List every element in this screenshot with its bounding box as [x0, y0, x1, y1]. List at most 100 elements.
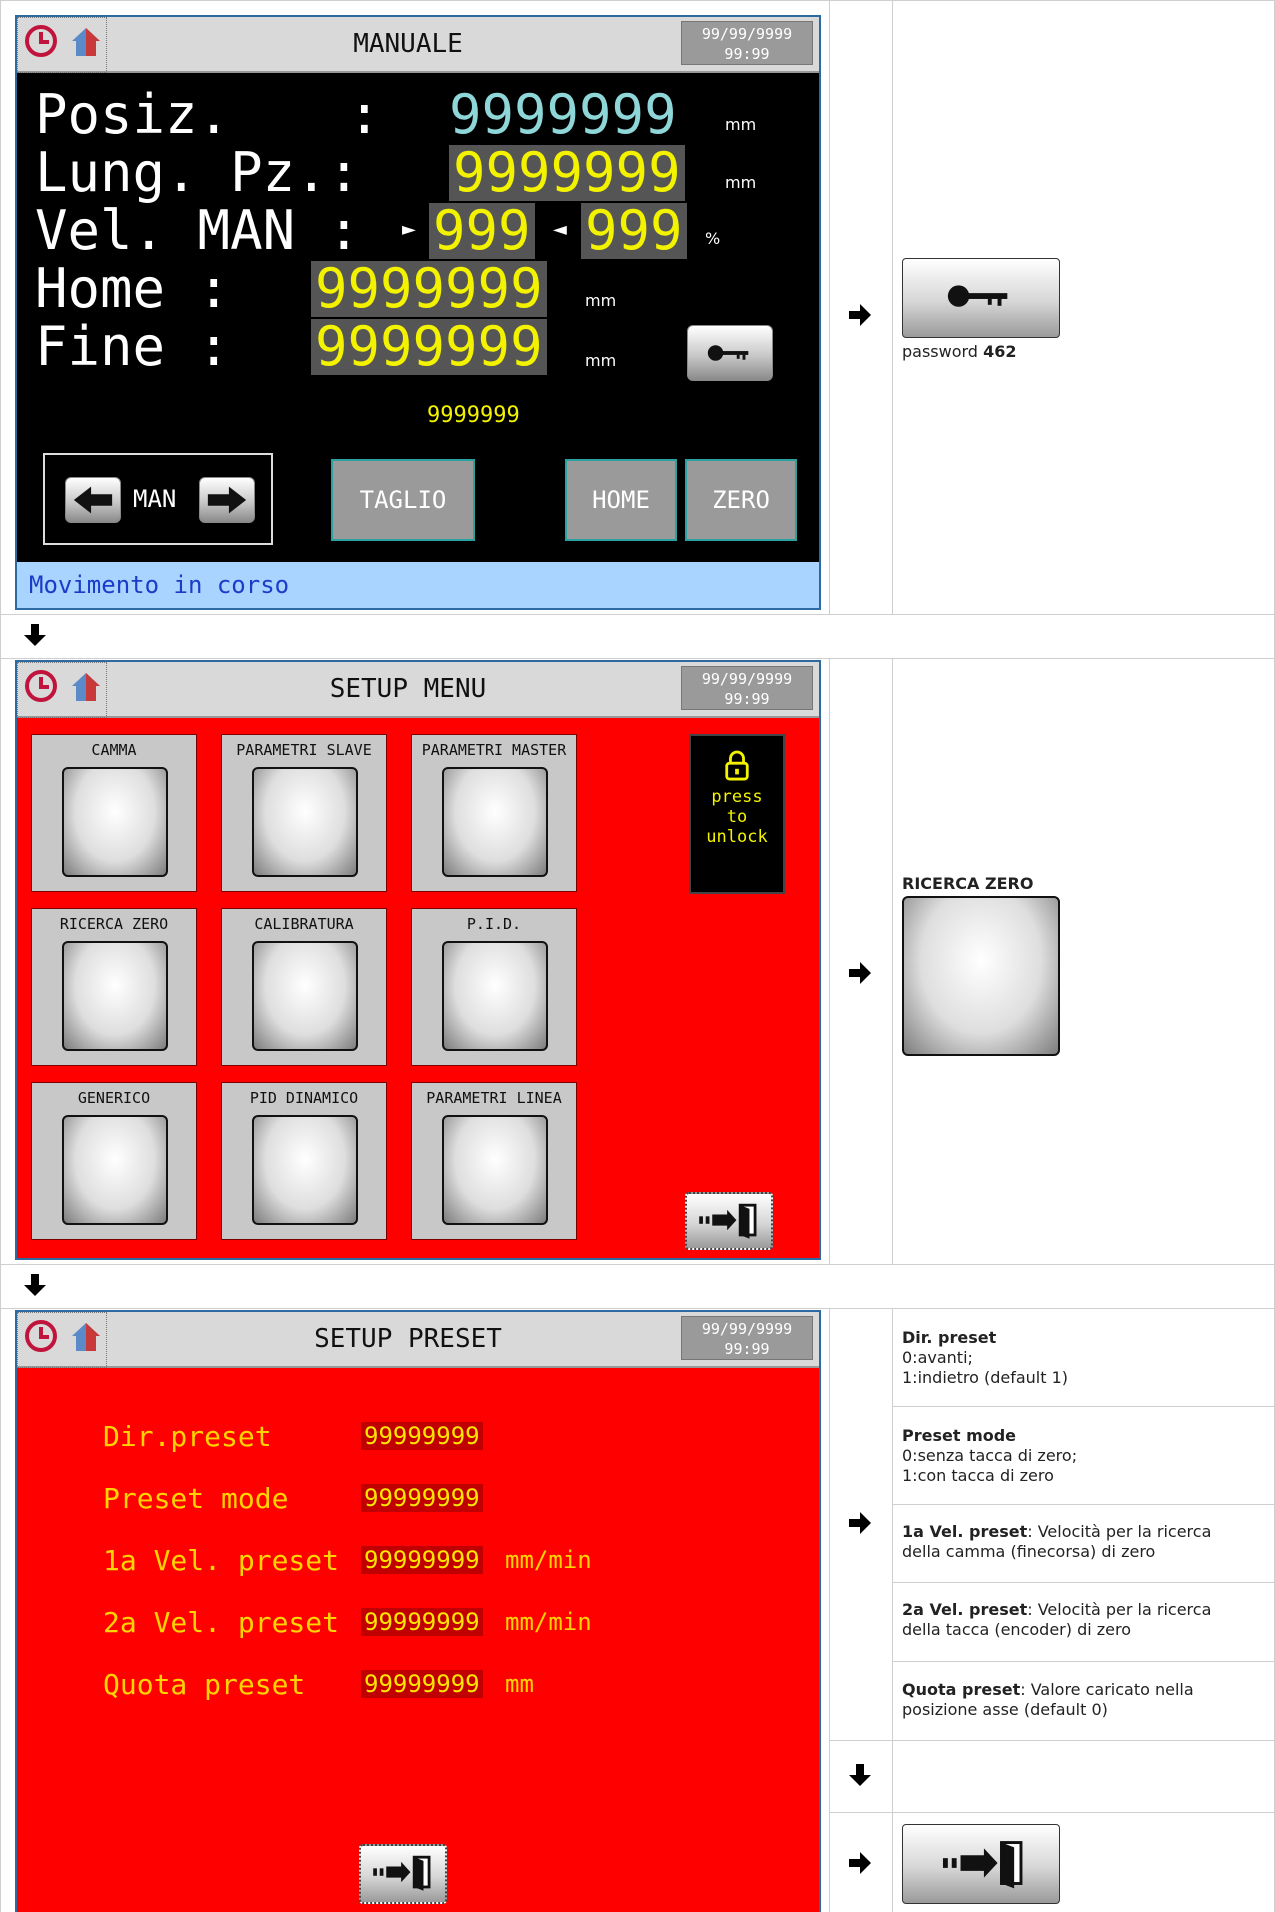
unlock-button[interactable]: press to unlock	[689, 734, 785, 894]
desc-dir-preset: Dir. preset 0:avanti; 1:indietro (defaul…	[902, 1328, 1068, 1388]
fine-value[interactable]: 9999999	[311, 319, 547, 375]
menu-tile-pid-dinamico[interactable]: PID DINAMICO	[221, 1082, 387, 1240]
preset-mode-value[interactable]: 99999999	[361, 1484, 483, 1512]
quota-preset-value[interactable]: 99999999	[361, 1670, 483, 1698]
tile-button[interactable]	[252, 1115, 358, 1225]
desc-line: 0:senza tacca di zero;	[902, 1446, 1078, 1465]
datetime-display: 99/99/9999 99:99	[681, 666, 813, 710]
exit-door-icon	[699, 1203, 757, 1239]
date: 99/99/9999	[701, 670, 793, 688]
desc-vel2-preset: 2a Vel. preset: Velocità per la ricerca …	[902, 1600, 1211, 1640]
home-icon[interactable]	[69, 25, 103, 59]
jog-right-button[interactable]	[199, 477, 255, 523]
small-counter: 9999999	[427, 403, 520, 428]
tile-label: CALIBRATURA	[254, 915, 354, 933]
exit-button[interactable]	[685, 1192, 773, 1250]
tile-button[interactable]	[62, 941, 168, 1051]
status-bar: Movimento in corso	[17, 562, 819, 608]
screen-title: SETUP MENU	[329, 674, 487, 704]
menu-tile-parametri-linea[interactable]: PARAMETRI LINEA	[411, 1082, 577, 1240]
time: 99:99	[724, 1340, 770, 1358]
lock-text-3: unlock	[706, 827, 768, 847]
exit-door-icon	[373, 1855, 431, 1891]
table-border	[892, 1661, 1275, 1662]
desc-text2: della tacca (encoder) di zero	[902, 1620, 1132, 1639]
taglio-button[interactable]: TAGLIO	[331, 459, 475, 541]
clock-icon[interactable]	[25, 1320, 57, 1352]
menu-tile-generico[interactable]: GENERICO	[31, 1082, 197, 1240]
home-value[interactable]: 9999999	[311, 261, 547, 317]
exit-button[interactable]	[359, 1844, 447, 1904]
vel1-preset-value[interactable]: 99999999	[361, 1546, 483, 1574]
tile-button[interactable]	[442, 1115, 548, 1225]
quota-preset-unit: mm	[505, 1670, 534, 1698]
arrow-right-icon	[849, 1852, 871, 1874]
desc-title: 1a Vel. preset	[902, 1522, 1028, 1541]
tile-label: PARAMETRI MASTER	[421, 741, 567, 759]
arrow-down-icon	[849, 1764, 871, 1786]
titlebar: SETUP PRESET 99/99/9999 99:99	[17, 1312, 819, 1368]
jog-left-button[interactable]	[65, 477, 121, 523]
key-icon	[947, 285, 1008, 307]
arrow-down-icon	[24, 1274, 46, 1296]
table-border	[0, 614, 1275, 615]
table-border	[0, 0, 1, 1912]
dir-preset-label: Dir.preset	[103, 1420, 272, 1453]
tile-button[interactable]	[252, 767, 358, 877]
dir-preset-value[interactable]: 99999999	[361, 1422, 483, 1450]
menu-tile-pid[interactable]: P.I.D.	[411, 908, 577, 1066]
menu-tile-ricerca-zero[interactable]: RICERCA ZERO	[31, 908, 197, 1066]
clock-icon[interactable]	[25, 25, 57, 57]
zero-button[interactable]: ZERO	[685, 459, 797, 541]
home-icon[interactable]	[69, 1320, 103, 1354]
clock-icon[interactable]	[25, 670, 57, 702]
password-prefix: password	[902, 342, 978, 361]
tile-label: CAMMA	[91, 741, 137, 759]
lock-text-1: press	[711, 787, 763, 807]
preset-mode-label: Preset mode	[103, 1482, 289, 1515]
home-icon[interactable]	[69, 670, 103, 704]
exit-door-icon	[942, 1841, 1023, 1889]
desc-text2: della camma (finecorsa) di zero	[902, 1542, 1156, 1561]
speed-down-arrow-icon: ◄	[553, 219, 567, 240]
arrow-down-icon	[24, 624, 46, 646]
key-icon	[707, 345, 749, 361]
speed-up-arrow-icon: ►	[402, 219, 416, 240]
table-border	[0, 658, 1275, 659]
vel2-preset-value[interactable]: 99999999	[361, 1608, 483, 1636]
menu-tile-calibratura[interactable]: CALIBRATURA	[221, 908, 387, 1066]
desc-title: Quota preset	[902, 1680, 1021, 1699]
password-key-button[interactable]	[687, 325, 773, 381]
desc-line: 0:avanti;	[902, 1348, 973, 1367]
time: 99:99	[724, 45, 770, 63]
tile-button[interactable]	[62, 767, 168, 877]
vel-unit: %	[705, 229, 721, 248]
tile-button[interactable]	[442, 767, 548, 877]
password-note: password 462	[902, 342, 1016, 362]
table-border	[892, 1504, 1275, 1505]
tile-button[interactable]	[252, 941, 358, 1051]
password-code: 462	[983, 342, 1017, 361]
key-button-image	[902, 258, 1060, 338]
tile-button[interactable]	[62, 1115, 168, 1225]
menu-tile-camma[interactable]: CAMMA	[31, 734, 197, 892]
tile-button[interactable]	[442, 941, 548, 1051]
vel-value-a[interactable]: 999	[429, 203, 535, 259]
titlebar: MANUALE 99/99/9999 99:99	[17, 17, 819, 73]
lung-label: Lung. Pz.:	[35, 141, 361, 204]
desc-preset-mode: Preset mode 0:senza tacca di zero; 1:con…	[902, 1426, 1077, 1486]
vel-value-b[interactable]: 999	[581, 203, 687, 259]
tile-label: GENERICO	[77, 1089, 151, 1107]
fine-label: Fine :	[35, 315, 231, 378]
datetime-display: 99/99/9999 99:99	[681, 1316, 813, 1360]
menu-tile-parametri-slave[interactable]: PARAMETRI SLAVE	[221, 734, 387, 892]
lung-value[interactable]: 9999999	[449, 145, 685, 201]
table-border	[0, 1308, 1275, 1309]
menu-tile-parametri-master[interactable]: PARAMETRI MASTER	[411, 734, 577, 892]
table-border	[829, 0, 830, 614]
desc-line: 1:con tacca di zero	[902, 1466, 1054, 1485]
titlebar: SETUP MENU 99/99/9999 99:99	[17, 662, 819, 718]
table-border	[829, 1308, 830, 1912]
home-button[interactable]: HOME	[565, 459, 677, 541]
fine-unit: mm	[585, 351, 617, 370]
